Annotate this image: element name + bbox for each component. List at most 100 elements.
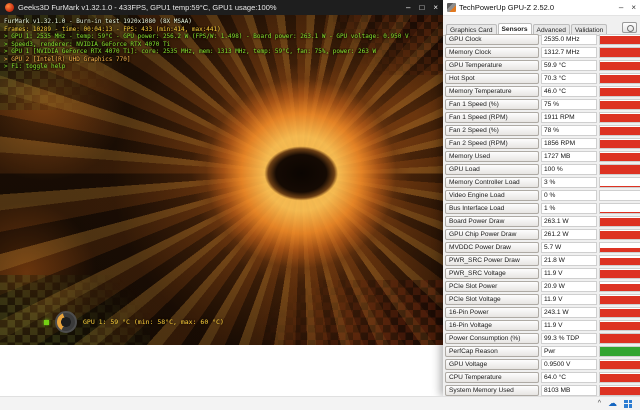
sensor-row: GPU Clock2535.0 MHz [445,33,640,46]
sensor-label[interactable]: GPU Clock [445,34,539,45]
sensor-value: 1727 MB [541,151,597,162]
close-button[interactable]: × [433,4,438,12]
sensor-label[interactable]: Memory Clock [445,47,539,58]
sensor-value: 11.9 V [541,294,597,305]
sensor-label[interactable]: Fan 2 Speed (RPM) [445,138,539,149]
sensor-row: PWR_SRC Power Draw21.8 W [445,254,640,267]
sensor-row: Memory Controller Load3 % [445,176,640,189]
sensor-row: PerfCap ReasonPwr [445,345,640,358]
sensor-label[interactable]: Memory Used [445,151,539,162]
sensor-label[interactable]: Hot Spot [445,73,539,84]
sensor-label[interactable]: Fan 1 Speed (RPM) [445,112,539,123]
minimize-button[interactable]: – [619,4,623,12]
sensor-graph [599,372,640,383]
sensor-value: 8103 MB [541,385,597,396]
sensor-label[interactable]: Memory Controller Load [445,177,539,188]
sensor-value: 75 % [541,99,597,110]
sensor-graph [599,320,640,331]
gpuz-titlebar[interactable]: TechPowerUp GPU-Z 2.52.0 – × [443,0,640,16]
sensor-graph [599,47,640,58]
sensor-value: 243.1 W [541,307,597,318]
sensor-row: GPU Voltage0.9500 V [445,358,640,371]
sensor-row: MVDDC Power Draw5.7 W [445,241,640,254]
close-button[interactable]: × [631,4,636,12]
sensor-graph [599,346,640,357]
sensor-row: System Memory Used8103 MB [445,384,640,396]
sensor-row: Memory Clock1312.7 MHz [445,46,640,59]
sensor-value: 20.9 W [541,281,597,292]
sensor-label[interactable]: Board Power Draw [445,216,539,227]
sensor-label[interactable]: Video Engine Load [445,190,539,201]
status-led-icon [44,320,49,325]
sensor-row: Fan 2 Speed (RPM)1856 RPM [445,137,640,150]
sensor-row: GPU Load100 % [445,163,640,176]
sensor-value: 3 % [541,177,597,188]
gpuz-window-title: TechPowerUp GPU-Z 2.52.0 [459,3,616,12]
sensor-graph [599,164,640,175]
furmark-titlebar[interactable]: Geeks3D FurMark v1.32.1.0 - 433FPS, GPU1… [0,0,443,15]
minimize-button[interactable]: – [406,4,410,12]
sensor-row: 16-Pin Power243.1 W [445,306,640,319]
sensor-row: Fan 1 Speed (RPM)1911 RPM [445,111,640,124]
sensor-graph [599,112,640,123]
osd-line: > F1: toggle help [4,63,441,71]
sensor-value: 21.8 W [541,255,597,266]
sensor-graph [599,73,640,84]
sensor-value: 70.3 °C [541,73,597,84]
sensor-label[interactable]: System Memory Used [445,385,539,396]
sensor-graph [599,359,640,370]
sensor-value: Pwr [541,346,597,357]
sensor-value: 1911 RPM [541,112,597,123]
sensor-label[interactable]: PerfCap Reason [445,346,539,357]
sensor-value: 261.2 W [541,229,597,240]
sensor-label[interactable]: Power Consumption (%) [445,333,539,344]
sensor-row: Memory Used1727 MB [445,150,640,163]
sensor-row: Bus Interface Load1 % [445,202,640,215]
sensor-label[interactable]: PCIe Slot Voltage [445,294,539,305]
sensor-graph [599,385,640,396]
sensor-label[interactable]: 16-Pin Voltage [445,320,539,331]
sensor-graph [599,307,640,318]
sensor-label[interactable]: GPU Voltage [445,359,539,370]
sensor-row: 16-Pin Voltage11.9 V [445,319,640,332]
sensor-label[interactable]: GPU Load [445,164,539,175]
sensor-graph [599,151,640,162]
sensor-row: GPU Temperature59.9 °C [445,59,640,72]
sensor-label[interactable]: GPU Chip Power Draw [445,229,539,240]
tray-chevron-icon[interactable]: ^ [598,400,601,407]
sensor-row: Board Power Draw263.1 W [445,215,640,228]
sensor-label[interactable]: Fan 1 Speed (%) [445,99,539,110]
sensor-label[interactable]: Memory Temperature [445,86,539,97]
osd-line: Frames: 10289 - time: 00:04:13 - FPS: 43… [4,26,441,34]
sensor-label[interactable]: PCIe Slot Power [445,281,539,292]
sensor-label[interactable]: Bus Interface Load [445,203,539,214]
sensor-graph [599,281,640,292]
furmark-window-title: Geeks3D FurMark v1.32.1.0 - 433FPS, GPU1… [18,3,402,12]
sensor-label[interactable]: 16-Pin Power [445,307,539,318]
sensor-label[interactable]: MVDDC Power Draw [445,242,539,253]
gpu-temp-gauge: GPU 1: 59 °C (min: 58°C, max: 60 °C) [44,311,224,333]
sensor-value: 100 % [541,164,597,175]
sensor-value: 0.9500 V [541,359,597,370]
sensor-row: GPU Chip Power Draw261.2 W [445,228,640,241]
mosaic-overlay-bottom-left [0,275,150,345]
onedrive-cloud-icon[interactable]: ☁ [608,399,617,408]
sensor-value: 11.9 V [541,268,597,279]
sensor-label[interactable]: Fan 2 Speed (%) [445,125,539,136]
osd-line: FurMark v1.32.1.0 - Burn-in test 1920x10… [4,18,441,26]
sensor-value: 59.9 °C [541,60,597,71]
sensor-label[interactable]: CPU Temperature [445,372,539,383]
maximize-button[interactable]: □ [419,4,424,12]
gauge-label: GPU 1: 59 °C (min: 58°C, max: 60 °C) [83,318,224,326]
tray-app-icon[interactable] [624,400,632,408]
mosaic-overlay-bottom-right [263,280,443,345]
sensor-graph [599,60,640,71]
sensor-value: 2535.0 MHz [541,34,597,45]
sensor-label[interactable]: PWR_SRC Voltage [445,268,539,279]
furmark-app-icon [5,3,14,12]
sensor-graph [599,99,640,110]
osd-line: > GPU 2 [Intel(R) UHD Graphics 770] [4,56,441,64]
sensor-label[interactable]: GPU Temperature [445,60,539,71]
sensor-label[interactable]: PWR_SRC Power Draw [445,255,539,266]
sensor-value: 1312.7 MHz [541,47,597,58]
